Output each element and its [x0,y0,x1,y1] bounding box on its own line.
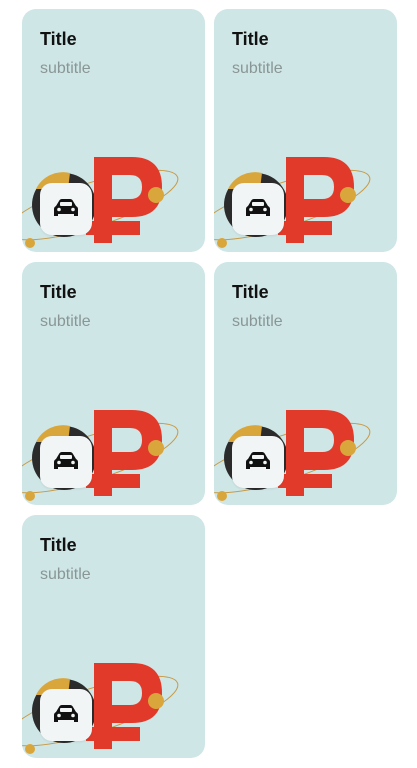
card-title: Title [40,535,77,555]
car-icon [246,199,270,216]
card-subtitle: subtitle [40,313,91,330]
icon-tile [40,689,92,741]
icon-tile [40,183,92,235]
card[interactable]: Title subtitle [22,262,205,505]
card-title: Title [40,282,77,302]
car-icon [246,452,270,469]
card-title: Title [232,282,269,302]
card-subtitle: subtitle [232,60,283,77]
card-subtitle: subtitle [40,566,91,583]
icon-tile [40,436,92,488]
car-icon [54,705,78,722]
icon-tile [232,436,284,488]
card-subtitle: subtitle [40,60,91,77]
car-icon [54,199,78,216]
card-title: Title [40,29,77,49]
car-icon [54,452,78,469]
card[interactable]: Title subtitle [22,9,205,252]
card[interactable]: Title subtitle [214,9,397,252]
card-grid: Title subtitle Title subtitle Title subt… [22,9,397,758]
card-title: Title [232,29,269,49]
card-subtitle: subtitle [232,313,283,330]
icon-tile [232,183,284,235]
card[interactable]: Title subtitle [22,515,205,758]
card[interactable]: Title subtitle [214,262,397,505]
